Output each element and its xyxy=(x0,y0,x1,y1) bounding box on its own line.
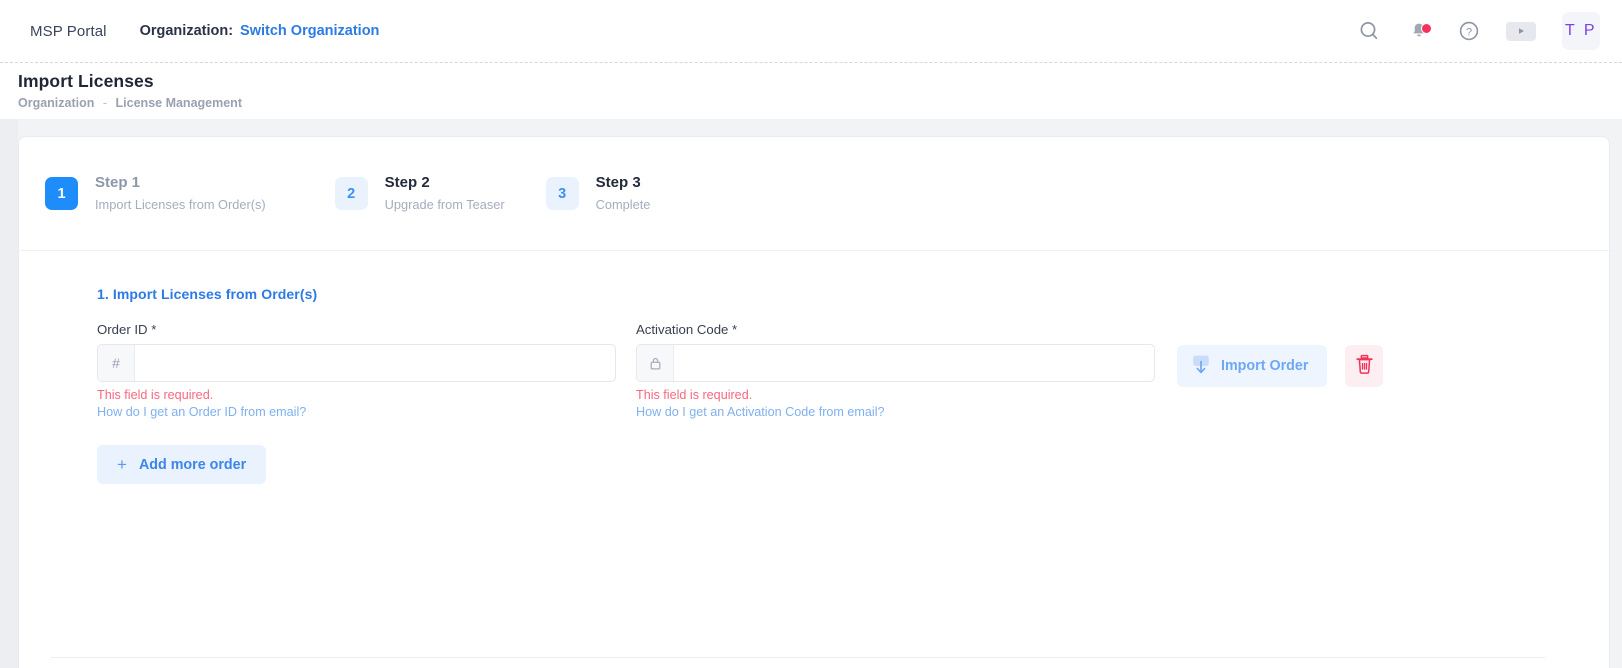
stepper-step-2[interactable]: 2 Step 2 Upgrade from Teaser xyxy=(334,173,505,214)
play-icon[interactable] xyxy=(1506,21,1536,41)
activation-code-input[interactable] xyxy=(674,345,1154,381)
page-title: Import Licenses xyxy=(18,71,154,91)
step-subtitle-1: Import Licenses from Order(s) xyxy=(95,197,266,213)
top-bar-left: MSP Portal Organization: Switch Organiza… xyxy=(0,23,379,40)
stepper-step-1[interactable]: 1 Step 1 Import Licenses from Order(s) xyxy=(45,173,266,214)
notification-dot xyxy=(1421,23,1432,34)
switch-organization-link[interactable]: Switch Organization xyxy=(240,23,379,39)
order-id-input-wrap[interactable]: # xyxy=(97,344,616,382)
svg-text:?: ? xyxy=(1466,26,1472,38)
activation-code-input-wrap[interactable] xyxy=(636,344,1155,382)
order-row: Order ID * # This field is required. How… xyxy=(19,322,1609,419)
search-icon[interactable] xyxy=(1356,18,1382,44)
step-text-3: Step 3 Complete xyxy=(596,173,651,214)
activation-code-field-group: Activation Code * This field is required… xyxy=(636,322,1155,419)
step-text-2: Step 2 Upgrade from Teaser xyxy=(385,173,505,214)
breadcrumb-separator: - xyxy=(102,96,108,110)
top-bar-right: ? T P xyxy=(1356,12,1622,50)
breadcrumb-root[interactable]: Organization xyxy=(18,96,94,110)
stepper-step-3[interactable]: 3 Step 3 Complete xyxy=(545,173,651,214)
add-more-order-button[interactable]: + Add more order xyxy=(97,445,267,484)
form-body: 1. Import Licenses from Order(s) Order I… xyxy=(19,251,1609,668)
organization-label: Organization: xyxy=(139,23,234,39)
step-text-1: Step 1 Import Licenses from Order(s) xyxy=(95,173,266,214)
import-order-button[interactable]: Import Order xyxy=(1177,345,1328,387)
stepper: 1 Step 1 Import Licenses from Order(s) 2… xyxy=(19,137,1609,251)
app-brand: MSP Portal xyxy=(30,22,107,40)
delete-order-button[interactable] xyxy=(1345,345,1384,387)
help-circle-icon[interactable]: ? xyxy=(1456,18,1482,44)
plus-icon: + xyxy=(117,455,127,474)
trash-icon xyxy=(1355,354,1374,378)
import-licenses-card: 1 Step 1 Import Licenses from Order(s) 2… xyxy=(18,136,1610,668)
left-rail xyxy=(0,119,18,668)
page-header: Import Licenses Organization - License M… xyxy=(0,62,1622,119)
activation-code-label: Activation Code * xyxy=(636,322,738,337)
order-id-label: Order ID * xyxy=(97,322,157,337)
step-title-1: Step 1 xyxy=(95,173,141,191)
order-id-input[interactable] xyxy=(135,345,615,381)
activation-code-error: This field is required. xyxy=(636,388,753,402)
step-badge-1: 1 xyxy=(45,177,78,210)
bell-icon[interactable] xyxy=(1406,18,1432,44)
add-more-order-label: Add more order xyxy=(138,456,247,473)
breadcrumb: Organization - License Management xyxy=(18,96,1622,110)
hash-icon: # xyxy=(98,345,135,381)
step-subtitle-2: Upgrade from Teaser xyxy=(384,197,505,213)
lock-icon xyxy=(637,345,674,381)
step-title-2: Step 2 xyxy=(384,173,430,191)
breadcrumb-leaf[interactable]: License Management xyxy=(116,96,242,110)
order-id-field-group: Order ID * # This field is required. How… xyxy=(97,322,616,419)
footer-divider xyxy=(51,657,1545,658)
import-order-label: Import Order xyxy=(1221,358,1309,374)
top-bar: MSP Portal Organization: Switch Organiza… xyxy=(0,0,1622,62)
avatar[interactable]: T P xyxy=(1562,12,1600,50)
step-badge-2: 2 xyxy=(334,177,368,210)
step-title-3: Step 3 xyxy=(595,173,641,191)
order-id-help-link[interactable]: How do I get an Order ID from email? xyxy=(97,405,616,419)
step-badge-3: 3 xyxy=(545,177,579,210)
section-title: 1. Import Licenses from Order(s) xyxy=(97,286,318,302)
order-id-error: This field is required. xyxy=(97,388,214,402)
import-download-icon xyxy=(1190,353,1212,379)
order-row-actions: Import Order xyxy=(1177,322,1384,387)
activation-code-help-link[interactable]: How do I get an Activation Code from ema… xyxy=(636,405,1155,419)
step-subtitle-3: Complete xyxy=(595,197,651,213)
